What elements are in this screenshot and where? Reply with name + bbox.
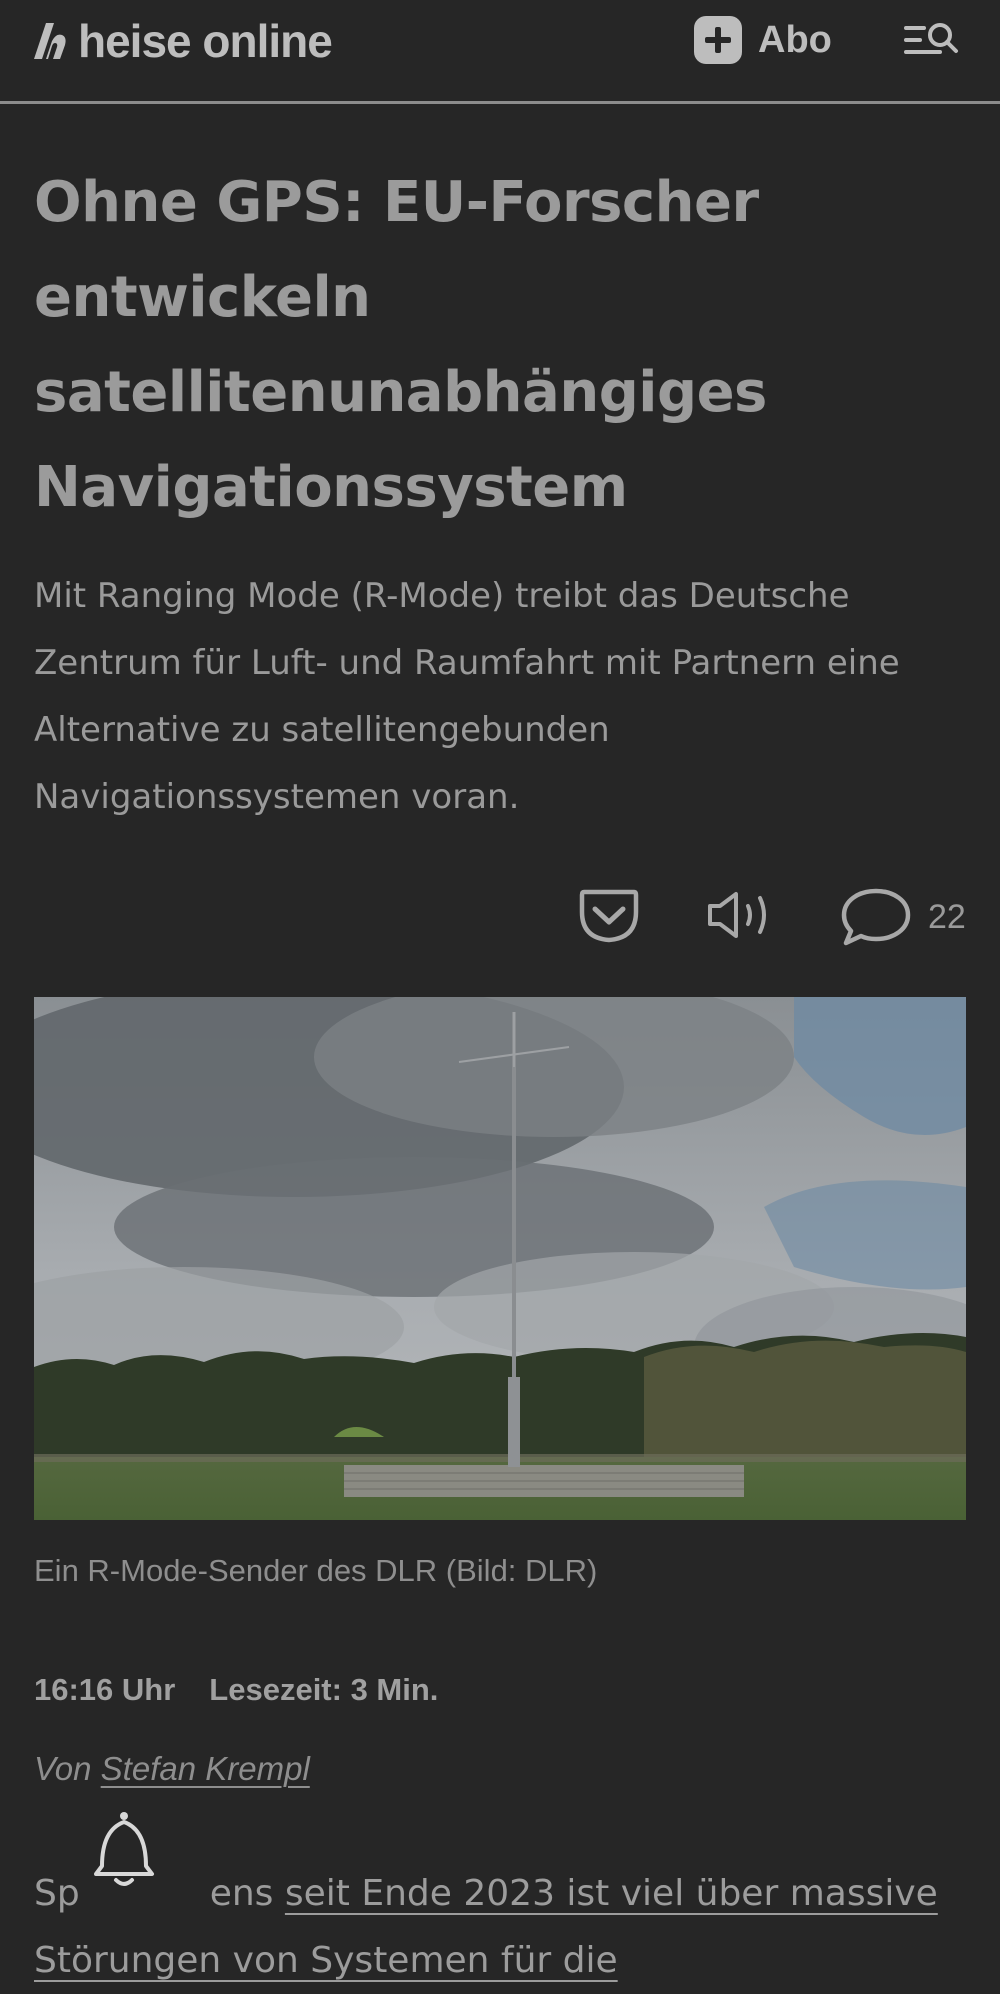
menu-search-icon[interactable] — [902, 18, 962, 62]
pocket-icon[interactable] — [578, 886, 640, 949]
byline: Von Stefan Krempl — [34, 1750, 310, 1788]
article-meta: 16:16 Uhr Lesezeit: 3 Min. — [34, 1672, 438, 1708]
article-actions: 22 — [0, 886, 1000, 950]
body-link[interactable]: seit Ende 2023 ist viel über massive Stö… — [34, 1873, 938, 1981]
article-teaser: Mit Ranging Mode (R-Mode) treibt das Deu… — [34, 576, 900, 817]
logo[interactable]: heise online — [32, 14, 333, 68]
comment-count[interactable]: 22 — [928, 898, 966, 937]
body-text-start: Sp — [34, 1873, 80, 1914]
site-header: heise online Abo — [0, 0, 1000, 104]
image-caption: Ein R-Mode-Sender des DLR (Bild: DLR) — [34, 1553, 598, 1588]
abo-button[interactable]: Abo — [694, 16, 832, 64]
article-headline: Ohne GPS: EU-Forscher entwickeln satelli… — [34, 170, 767, 520]
speaker-icon[interactable] — [706, 886, 778, 949]
reading-time: Lesezeit: 3 Min. — [209, 1672, 439, 1707]
byline-prefix: Von — [34, 1750, 92, 1787]
article-image[interactable] — [34, 997, 966, 1520]
author-link[interactable]: Stefan Krempl — [101, 1750, 310, 1787]
article-body: Sp ens seit Ende 2023 ist viel über massi… — [34, 1860, 964, 1994]
logo-text: heise online — [78, 15, 333, 67]
abo-label: Abo — [758, 18, 832, 61]
comment-icon[interactable] — [840, 886, 912, 953]
heise-logo-icon — [32, 19, 68, 63]
body-text-mid: ens — [209, 1873, 274, 1914]
plus-icon — [694, 16, 742, 64]
publish-time: 16:16 Uhr — [34, 1672, 176, 1707]
bell-icon[interactable] — [88, 1808, 160, 1898]
